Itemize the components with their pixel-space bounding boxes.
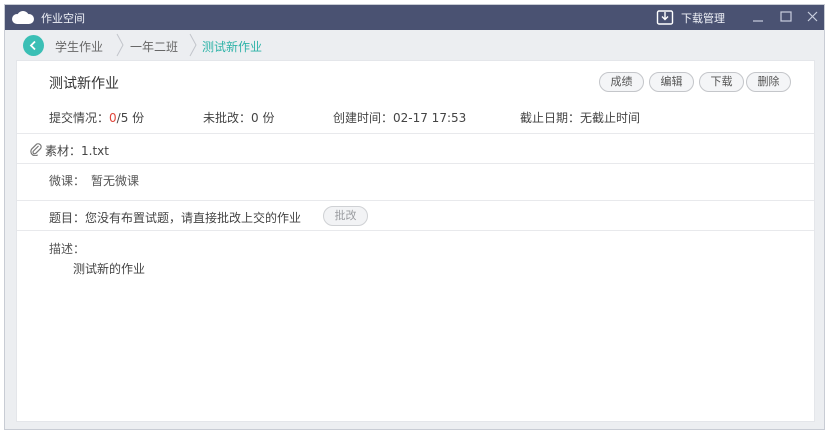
chevron-left-icon (29, 40, 36, 51)
microlesson-label: 微课： (49, 174, 86, 188)
breadcrumb: 学生作业 一年二班 测试新作业 (5, 30, 824, 60)
breadcrumb-item-student-homework[interactable]: 学生作业 (55, 38, 103, 55)
submission-label: 提交情况： (49, 111, 110, 125)
breadcrumb-item-current: 测试新作业 (202, 40, 263, 54)
chevron-right-icon (116, 33, 124, 57)
microlesson-value: 暂无微课 (91, 174, 140, 188)
description-text: 测试新的作业 (73, 262, 146, 276)
submission-count: 0 (109, 111, 117, 125)
description-label: 描述： (49, 242, 86, 256)
question-text: 题目：您没有布置试题，请直接批改上交的作业 (49, 211, 302, 225)
submission-total: /5 份 (116, 111, 145, 125)
uncorrected-count: 未批改：0 份 (203, 111, 275, 125)
paperclip-icon (30, 143, 42, 156)
breadcrumb-item-class[interactable]: 一年二班 (130, 38, 178, 55)
deadline: 截止日期：无截止时间 (520, 111, 641, 125)
divider (17, 200, 814, 201)
back-button[interactable] (23, 35, 44, 56)
chevron-right-icon (189, 33, 197, 57)
divider (17, 230, 814, 231)
correct-button[interactable]: 批改 (323, 206, 368, 226)
divider (17, 163, 814, 164)
app-title: 作业空间 (41, 12, 85, 25)
material-file-link[interactable]: 素材：1.txt (45, 142, 109, 159)
edit-button[interactable]: 编辑 (649, 72, 694, 92)
maximize-icon[interactable] (777, 9, 795, 25)
page-title: 测试新作业 (49, 76, 119, 92)
divider (17, 133, 814, 134)
title-bar: 作业空间 下载管理 (5, 5, 824, 30)
created-time: 创建时间：02-17 17:53 (333, 111, 467, 125)
cloud-logo-icon (12, 11, 34, 24)
minimize-icon[interactable] (749, 9, 767, 25)
homework-detail-panel: 测试新作业 成绩 编辑 下载 删除 提交情况：0/5 份 未批改：0 份 创建时… (16, 60, 815, 422)
download-manager-icon[interactable] (656, 8, 674, 26)
close-icon[interactable] (804, 9, 822, 25)
submission-status: 提交情况：0/5 份 (49, 109, 144, 126)
delete-button[interactable]: 删除 (746, 72, 791, 92)
download-manager-button[interactable]: 下载管理 (681, 10, 725, 26)
download-button[interactable]: 下载 (699, 72, 744, 92)
app-window: 作业空间 下载管理 学生作业 一年二班 测试新作业 测试新作业 成绩 编辑 下载… (4, 4, 825, 430)
score-button[interactable]: 成绩 (599, 72, 644, 92)
